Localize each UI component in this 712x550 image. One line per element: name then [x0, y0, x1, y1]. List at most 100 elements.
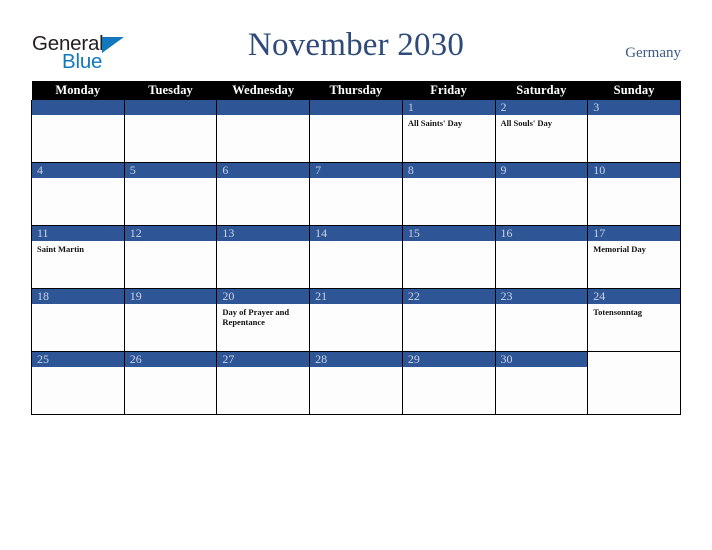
day-cell-inner: 28 — [310, 352, 402, 414]
day-cell-inner — [124, 100, 217, 162]
calendar-day-cell[interactable]: 22 — [401, 288, 496, 352]
day-number — [310, 100, 402, 115]
day-number: 28 — [310, 352, 402, 367]
day-cell-inner: 5 — [124, 163, 217, 225]
day-number — [124, 100, 217, 115]
holiday-event-label: All Saints' Day — [407, 118, 463, 128]
day-cell-inner: 29 — [402, 352, 495, 414]
day-cell-inner: 3 — [588, 100, 680, 162]
day-cell-inner: 11 Saint Martin — [32, 226, 124, 288]
day-number: 16 — [495, 226, 588, 241]
calendar-day-cell[interactable] — [123, 100, 218, 163]
holiday-event-label: Memorial Day — [593, 244, 646, 254]
calendar-day-cell[interactable]: 21 — [309, 288, 403, 352]
day-number: 10 — [588, 163, 680, 178]
calendar-day-cell[interactable]: 4 — [31, 162, 125, 226]
calendar-day-cell[interactable] — [31, 100, 125, 163]
calendar-day-cell[interactable]: 14 — [309, 225, 403, 289]
day-cell-inner: 22 — [402, 289, 495, 351]
calendar-day-cell[interactable]: 5 — [123, 162, 218, 226]
calendar-day-cell[interactable]: 19 — [123, 288, 218, 352]
day-cell-inner — [217, 100, 310, 162]
day-cell-inner: 24 Totensonntag — [588, 289, 680, 351]
day-cell-inner: 27 — [217, 352, 310, 414]
day-cell-inner: 4 — [32, 163, 124, 225]
calendar-day-cell[interactable]: 29 — [401, 351, 496, 415]
holiday-event-label: All Souls' Day — [500, 118, 553, 128]
calendar-day-cell[interactable] — [309, 100, 403, 163]
calendar-day-cell[interactable]: 6 — [216, 162, 311, 226]
day-cell-inner: 7 — [310, 163, 402, 225]
calendar-day-cell[interactable]: 8 — [401, 162, 496, 226]
day-cell-inner — [310, 100, 402, 162]
calendar-day-cell[interactable]: 2 All Souls' Day — [494, 100, 589, 163]
calendar-day-cell[interactable]: 17 Memorial Day — [587, 225, 681, 289]
day-cell-inner: 25 — [32, 352, 124, 414]
weekday-header-saturday: Saturday — [495, 81, 588, 100]
day-number: 20 — [217, 289, 310, 304]
day-cell-inner — [32, 100, 124, 162]
day-cell-inner: 12 — [124, 226, 217, 288]
calendar-day-cell[interactable] — [587, 351, 681, 415]
calendar-day-cell[interactable]: 26 — [123, 351, 218, 415]
day-number: 15 — [402, 226, 495, 241]
day-cell-inner: 10 — [588, 163, 680, 225]
calendar-day-cell[interactable]: 9 — [494, 162, 589, 226]
day-number: 26 — [124, 352, 217, 367]
calendar-day-cell[interactable]: 18 — [31, 288, 125, 352]
page-title: November 2030 — [247, 27, 465, 63]
day-cell-inner: 13 — [217, 226, 310, 288]
calendar-day-cell[interactable]: 23 — [494, 288, 589, 352]
day-number — [32, 100, 124, 115]
calendar-day-cell[interactable]: 16 — [494, 225, 589, 289]
day-cell-inner: 26 — [124, 352, 217, 414]
weekday-header-sunday: Sunday — [587, 81, 681, 100]
day-cell-inner: 21 — [310, 289, 402, 351]
day-number: 21 — [310, 289, 402, 304]
day-cell-inner: 8 — [402, 163, 495, 225]
calendar-day-cell[interactable]: 12 — [123, 225, 218, 289]
holiday-event-label: Saint Martin — [37, 244, 84, 254]
calendar-day-cell[interactable]: 13 — [216, 225, 311, 289]
calendar-day-cell[interactable]: 7 — [309, 162, 403, 226]
day-number: 12 — [124, 226, 217, 241]
day-cell-inner: 19 — [124, 289, 217, 351]
day-cell-inner — [588, 352, 680, 414]
calendar-body: 1 All Saints' Day 2 All Souls' Day 3 4 5 6 7 8 9 10… — [31, 100, 681, 415]
day-number: 25 — [32, 352, 124, 367]
calendar-day-cell[interactable]: 24 Totensonntag — [587, 288, 681, 352]
day-cell-inner: 1 All Saints' Day — [402, 100, 495, 162]
day-cell-inner: 17 Memorial Day — [588, 226, 680, 288]
calendar-day-cell[interactable]: 1 All Saints' Day — [401, 100, 496, 163]
calendar-day-cell[interactable]: 25 — [31, 351, 125, 415]
calendar-header-row: Monday Tuesday Wednesday Thursday Friday… — [31, 81, 681, 100]
day-number: 14 — [310, 226, 402, 241]
weekday-header-friday: Friday — [402, 81, 496, 100]
day-number: 29 — [402, 352, 495, 367]
day-cell-inner: 9 — [495, 163, 588, 225]
calendar-week-row: 1 All Saints' Day 2 All Souls' Day 3 — [31, 100, 681, 163]
calendar-day-cell[interactable]: 27 — [216, 351, 311, 415]
calendar-day-cell[interactable]: 11 Saint Martin — [31, 225, 125, 289]
day-number: 27 — [217, 352, 310, 367]
day-number: 2 — [495, 100, 588, 115]
day-number: 9 — [495, 163, 588, 178]
calendar-day-cell[interactable]: 20 Day of Prayer and Repentance — [216, 288, 311, 352]
day-number: 3 — [588, 100, 680, 115]
calendar-day-cell[interactable]: 10 — [587, 162, 681, 226]
day-cell-inner: 20 Day of Prayer and Repentance — [217, 289, 310, 351]
day-number: 7 — [310, 163, 402, 178]
calendar-day-cell[interactable]: 3 — [587, 100, 681, 163]
calendar-day-cell[interactable]: 30 — [494, 351, 589, 415]
calendar-day-cell[interactable]: 15 — [401, 225, 496, 289]
weekday-header-thursday: Thursday — [309, 81, 403, 100]
day-number: 24 — [588, 289, 680, 304]
day-number: 23 — [495, 289, 588, 304]
calendar-day-cell[interactable] — [216, 100, 311, 163]
holiday-event-label: Day of Prayer and Repentance — [222, 307, 290, 327]
calendar-day-cell[interactable]: 28 — [309, 351, 403, 415]
day-number: 22 — [402, 289, 495, 304]
weekday-header-wednesday: Wednesday — [216, 81, 310, 100]
day-cell-inner: 2 All Souls' Day — [495, 100, 588, 162]
weekday-header-tuesday: Tuesday — [124, 81, 217, 100]
